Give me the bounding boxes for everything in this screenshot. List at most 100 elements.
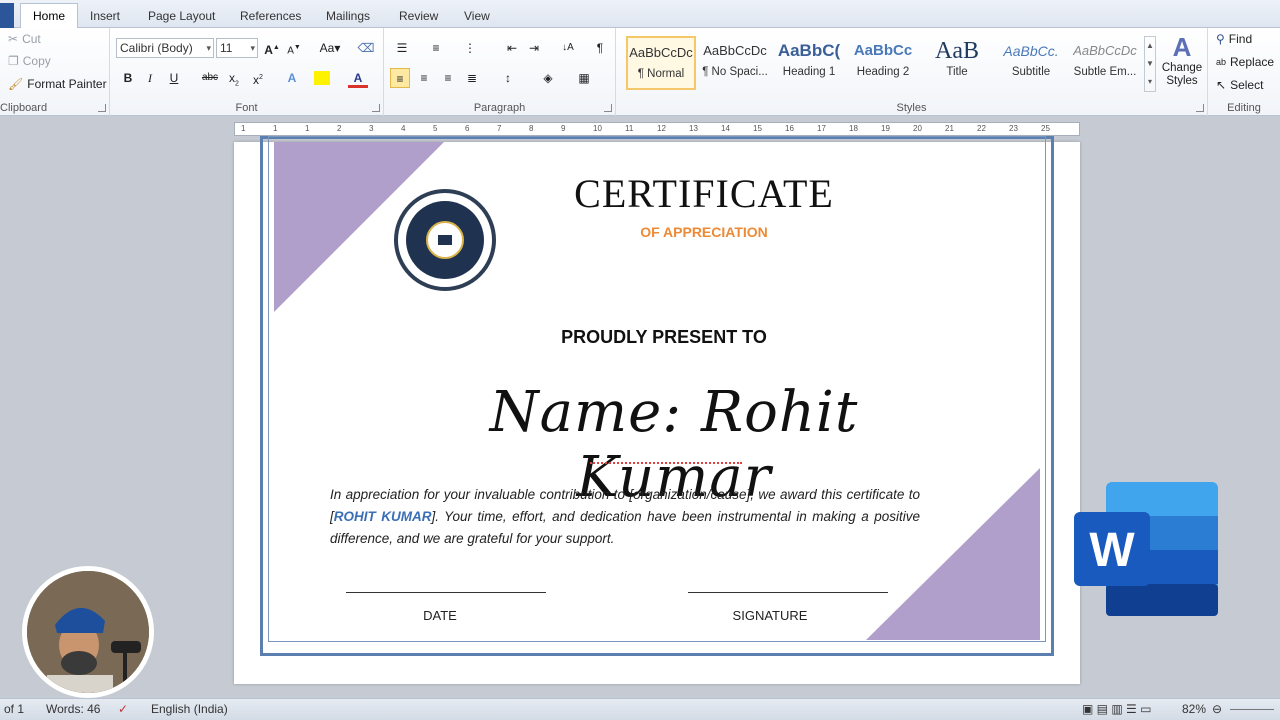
file-tab[interactable] bbox=[0, 3, 14, 28]
document-page[interactable]: CERTIFICATE OF APPRECIATION PROUDLY PRES… bbox=[234, 136, 1080, 684]
highlight-color-icon[interactable] bbox=[314, 71, 330, 85]
tab-page-layout[interactable]: Page Layout bbox=[144, 5, 219, 28]
shading-icon[interactable]: ◈ bbox=[538, 68, 558, 88]
status-bar: of 1 Words: 46 ✓ English (India) ▣ ▤ ▥ ☰… bbox=[0, 698, 1280, 720]
paragraph-launcher[interactable] bbox=[604, 104, 612, 112]
format-painter-label: Format Painter bbox=[27, 77, 107, 91]
institution-logo bbox=[394, 189, 496, 291]
bold-button[interactable]: B bbox=[118, 68, 138, 88]
change-case-button[interactable]: Aa▾ bbox=[316, 38, 344, 58]
ruler-number: 1 bbox=[273, 124, 278, 133]
style-name: ¶ Normal bbox=[637, 68, 685, 80]
ruler-number: 19 bbox=[881, 124, 890, 133]
style-preview: AaBbCcDc bbox=[629, 45, 693, 60]
superscript-button[interactable]: x2 bbox=[248, 68, 268, 88]
style-subtle-emphasis[interactable]: AaBbCcDc Subtle Em... bbox=[1070, 36, 1140, 90]
ruler-number: 15 bbox=[753, 124, 762, 133]
signature-line bbox=[688, 592, 888, 593]
zoom-out-icon[interactable]: ⊖ bbox=[1212, 702, 1222, 716]
text-effects-button[interactable]: A bbox=[282, 68, 302, 88]
ruler-number: 21 bbox=[945, 124, 954, 133]
grow-font-button[interactable]: A▲ bbox=[262, 38, 282, 58]
zoom-level[interactable]: 82% bbox=[1182, 702, 1206, 716]
style-heading-2[interactable]: AaBbCc Heading 2 bbox=[848, 36, 918, 90]
tab-review[interactable]: Review bbox=[395, 5, 442, 28]
ruler-number: 16 bbox=[785, 124, 794, 133]
style-preview: AaBbCcDc bbox=[1073, 43, 1137, 58]
numbering-icon[interactable]: ≡ bbox=[426, 38, 446, 58]
tab-insert[interactable]: Insert bbox=[86, 5, 124, 28]
styles-scroll[interactable]: ▲ ▼ ▾ bbox=[1144, 36, 1156, 92]
present-heading: PROUDLY PRESENT TO bbox=[561, 327, 767, 347]
style-subtitle[interactable]: AaBbCc. Subtitle bbox=[996, 36, 1066, 90]
scissors-icon: ✂ bbox=[8, 32, 19, 46]
styles-launcher[interactable] bbox=[1196, 104, 1204, 112]
format-painter-button[interactable]: 🖌 Format Painter bbox=[8, 77, 107, 91]
bullets-icon[interactable]: ☰ bbox=[392, 38, 412, 58]
appreciation-paragraph: In appreciation for your invaluable cont… bbox=[330, 484, 920, 550]
change-styles-button[interactable]: A Change Styles bbox=[1160, 32, 1204, 88]
signature-label: SIGNATURE bbox=[732, 608, 808, 623]
tab-mailings[interactable]: Mailings bbox=[322, 5, 374, 28]
presenter-avatar bbox=[22, 566, 154, 698]
subscript-button[interactable]: x2 bbox=[224, 68, 244, 88]
replace-label: Replace bbox=[1230, 55, 1275, 69]
book-icon bbox=[438, 235, 452, 245]
change-styles-label: Change Styles bbox=[1161, 62, 1203, 87]
select-label: Select bbox=[1230, 78, 1264, 92]
style-title[interactable]: AaB Title bbox=[922, 36, 992, 90]
page-count[interactable]: of 1 bbox=[4, 702, 24, 716]
cut-button[interactable]: ✂ Cut bbox=[8, 32, 41, 46]
style-no-spacing[interactable]: AaBbCcDc ¶ No Spaci... bbox=[700, 36, 770, 90]
strikethrough-button[interactable]: abc bbox=[200, 68, 220, 88]
styles-label: Styles bbox=[896, 102, 927, 114]
ruler-number: 1 bbox=[305, 124, 310, 133]
view-buttons[interactable]: ▣ ▤ ▥ ☰ ▭ bbox=[1082, 702, 1151, 716]
language[interactable]: English (India) bbox=[151, 702, 228, 716]
ruler-number: 25 bbox=[1041, 124, 1050, 133]
replace-icon: ab bbox=[1216, 57, 1227, 67]
word-count[interactable]: Words: 46 bbox=[46, 702, 100, 716]
proofing-icon[interactable]: ✓ bbox=[118, 702, 128, 716]
select-button[interactable]: ↖ Select bbox=[1216, 78, 1263, 92]
font-launcher[interactable] bbox=[372, 104, 380, 112]
align-right-icon[interactable]: ≡ bbox=[438, 68, 458, 88]
show-formatting-icon[interactable]: ¶ bbox=[590, 38, 610, 58]
line-spacing-icon[interactable]: ↕ bbox=[498, 68, 518, 88]
tab-view[interactable]: View bbox=[460, 5, 494, 28]
word-logo: W bbox=[1074, 482, 1218, 616]
horizontal-ruler[interactable]: 1 1 1 2 3 4 5 6 7 8 9 10 11 12 13 14 15 16 17 18 19 20 21 22 23 2… bbox=[234, 122, 1080, 136]
align-center-icon[interactable]: ≡ bbox=[414, 68, 434, 88]
font-label: Font bbox=[235, 102, 258, 114]
font-family-select[interactable]: Calibri (Body) bbox=[116, 38, 214, 58]
tab-references[interactable]: References bbox=[236, 5, 305, 28]
style-heading-1[interactable]: AaBbC( Heading 1 bbox=[774, 36, 844, 90]
decrease-indent-icon[interactable]: ⇤ bbox=[502, 38, 522, 58]
borders-icon[interactable]: ▦ bbox=[574, 68, 594, 88]
style-preview: AaB bbox=[935, 38, 979, 64]
tab-home[interactable]: Home bbox=[20, 3, 79, 29]
italic-button[interactable]: I bbox=[140, 68, 160, 88]
zoom-slider[interactable] bbox=[1230, 709, 1274, 710]
font-color-button[interactable]: A bbox=[348, 68, 368, 88]
change-styles-icon: A bbox=[1172, 32, 1192, 62]
multilevel-list-icon[interactable]: ⋮ bbox=[460, 38, 480, 58]
cursor-icon: ↖ bbox=[1216, 78, 1227, 92]
underline-button[interactable]: U bbox=[164, 68, 184, 88]
ruler-number: 5 bbox=[433, 124, 438, 133]
align-left-icon[interactable]: ≡ bbox=[390, 68, 410, 88]
increase-indent-icon[interactable]: ⇥ bbox=[524, 38, 544, 58]
clear-formatting-icon[interactable]: ⌫ bbox=[356, 38, 376, 58]
shrink-font-button[interactable]: A▼ bbox=[284, 38, 304, 58]
copy-icon: ❐ bbox=[8, 54, 19, 68]
font-size-select[interactable]: 11 bbox=[216, 38, 258, 58]
replace-button[interactable]: ab Replace bbox=[1216, 55, 1274, 69]
clipboard-launcher[interactable] bbox=[98, 104, 106, 112]
ruler-number: 22 bbox=[977, 124, 986, 133]
find-button[interactable]: ⚲ Find bbox=[1216, 32, 1252, 46]
style-normal[interactable]: AaBbCcDc ¶ Normal bbox=[626, 36, 696, 90]
paragraph-label: Paragraph bbox=[473, 102, 526, 114]
sort-icon[interactable]: ↓A bbox=[558, 38, 578, 58]
copy-button[interactable]: ❐ Copy bbox=[8, 54, 51, 68]
justify-icon[interactable]: ≣ bbox=[462, 68, 482, 88]
